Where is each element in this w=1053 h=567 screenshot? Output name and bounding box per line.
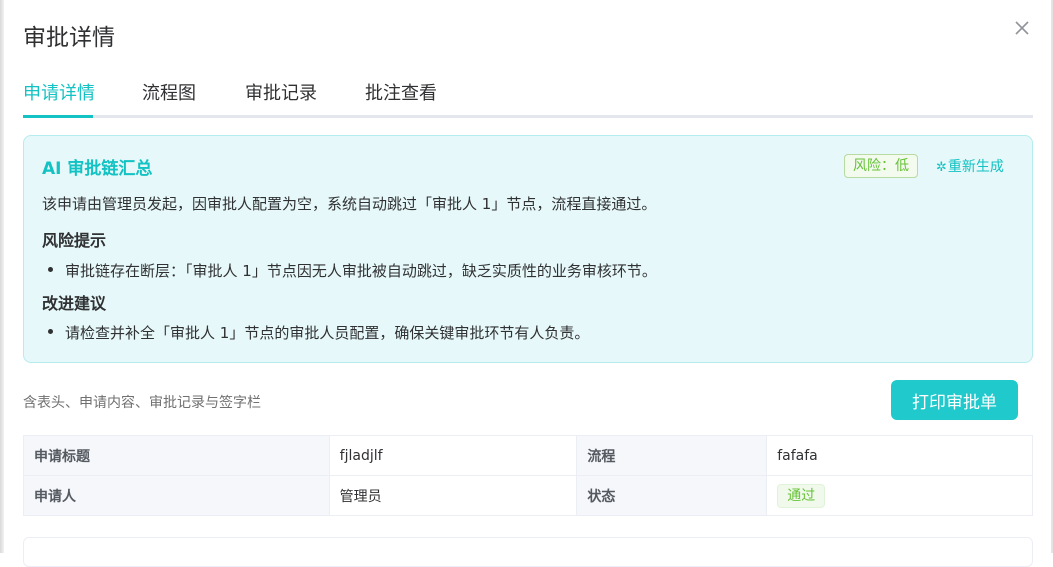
risk-item: 审批链存在断层：「审批人 1」节点因无人审批被自动跳过，缺乏实质性的业务审核环节… [48, 260, 657, 281]
ai-summary-card: AI 审批链汇总 风险：低 ✲重新生成 该申请由管理员发起，因审批人配置为空，系… [23, 135, 1033, 363]
ai-summary-title: AI 审批链汇总 [42, 159, 153, 179]
suggestion-item: 请检查并补全「审批人 1」节点的审批人员配置，确保关键审批环节有人负责。 [48, 322, 589, 343]
application-info-table: 申请标题 fjladjlf 流程 fafafa 申请人 管理员 状态 通过 [23, 435, 1033, 516]
suggestion-item-text: 请检查并补全「审批人 1」节点的审批人员配置，确保关键审批环节有人负责。 [65, 324, 590, 342]
tab-annotations[interactable]: 批注查看 [365, 80, 437, 118]
close-icon[interactable] [1013, 19, 1031, 37]
cell-label-process: 流程 [576, 435, 768, 476]
cell-label-title: 申请标题 [23, 435, 330, 476]
tab-application-details[interactable]: 申请详情 [23, 80, 95, 118]
cell-value-process: fafafa [766, 435, 1033, 476]
risk-item-text: 审批链存在断层：「审批人 1」节点因无人审批被自动跳过，缺乏实质性的业务审核环节… [65, 262, 657, 280]
bullet-icon [48, 329, 53, 334]
status-badge: 通过 [777, 483, 826, 508]
tab-approval-records[interactable]: 审批记录 [245, 80, 317, 118]
cell-value-applicant: 管理员 [328, 475, 578, 516]
ai-summary-text: 该申请由管理员发起，因审批人配置为空，系统自动跳过「审批人 1」节点，流程直接通… [42, 195, 657, 213]
print-approval-button[interactable]: 打印审批单 [891, 380, 1018, 420]
backdrop-edge [0, 0, 4, 553]
cell-value-title: fjladjlf [328, 435, 578, 476]
table-row: 申请人 管理员 状态 通过 [23, 475, 1033, 516]
tab-bar: 申请详情 流程图 审批记录 批注查看 [23, 80, 1033, 118]
table-row: 申请标题 fjladjlf 流程 fafafa [23, 435, 1033, 476]
active-tab-indicator [23, 115, 93, 118]
next-section-card [23, 537, 1033, 567]
sparkle-icon: ✲ [936, 160, 947, 175]
dialog-title: 审批详情 [23, 25, 115, 51]
cell-label-applicant: 申请人 [23, 475, 330, 516]
print-hint: 含表头、申请内容、审批记录与签字栏 [23, 395, 261, 411]
tab-flowchart[interactable]: 流程图 [142, 80, 196, 118]
cell-value-status: 通过 [766, 475, 1033, 516]
risk-heading: 风险提示 [42, 231, 107, 250]
regenerate-label: 重新生成 [947, 159, 1004, 175]
risk-level-badge: 风险：低 [844, 154, 918, 178]
bullet-icon [48, 267, 53, 272]
cell-label-status: 状态 [576, 475, 768, 516]
regenerate-button[interactable]: ✲重新生成 [936, 156, 1004, 176]
suggestion-heading: 改进建议 [42, 294, 107, 313]
